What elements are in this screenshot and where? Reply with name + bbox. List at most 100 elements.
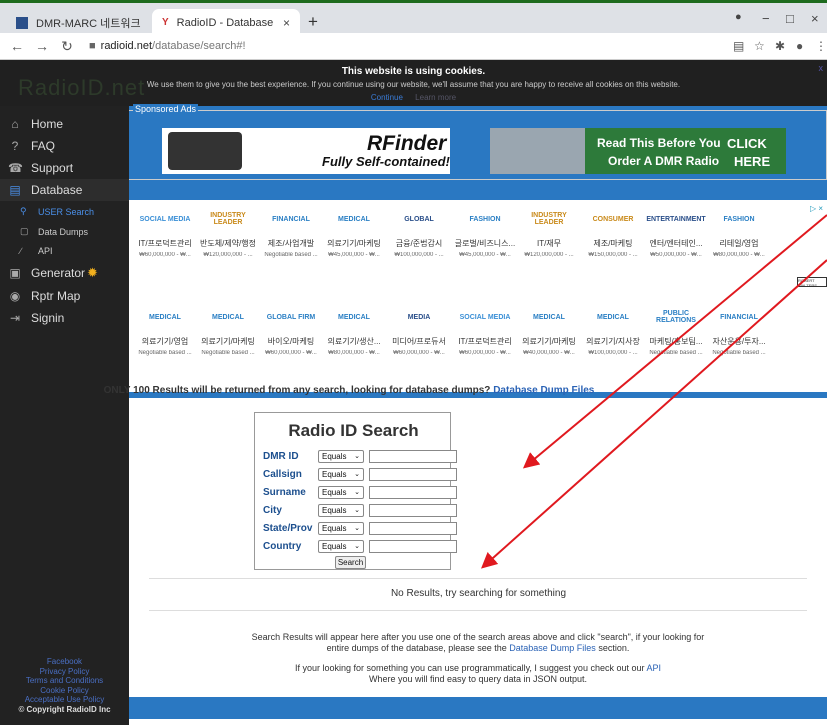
footer-facebook-link[interactable]: Facebook <box>0 657 129 667</box>
cookie-learn-more-link[interactable]: Learn more <box>415 93 456 102</box>
minimize-button[interactable]: − <box>762 11 770 26</box>
job-ad-card[interactable]: INDUSTRY LEADER 반도체/제약/행정 ₩120,000,000 - .… <box>196 200 258 286</box>
sidebar-item-data-dumps[interactable]: ▢ Data Dumps <box>20 226 88 237</box>
search-form-title: Radio ID Search <box>288 421 419 440</box>
notice-text: ONLY 100 Results will be returned from a… <box>103 385 491 396</box>
operator-select[interactable]: Equals ⌄ <box>318 486 364 499</box>
job-ad-card[interactable]: MEDICAL 의료기기/마케팅 Negotiable based ... <box>196 298 258 384</box>
new-tab-button[interactable]: + <box>308 12 318 32</box>
tab-close-icon[interactable]: × <box>283 16 290 30</box>
job-ad-card[interactable]: ENTERTAINMENT 엔터/엔터테인... ₩50,000,000 - ₩..… <box>644 200 706 286</box>
menu-icon[interactable]: ⋮ <box>815 39 827 53</box>
sidebar-item-database[interactable]: ▤ Database <box>0 179 129 201</box>
company-logo: MEDICAL <box>533 313 565 321</box>
sidebar-item-label: Signin <box>31 311 65 325</box>
job-ad-card[interactable]: INDUSTRY LEADER IT/재무 ₩120,000,000 - ... <box>517 200 579 286</box>
sidebar-item-faq[interactable]: ? FAQ <box>8 139 55 153</box>
company-logo: MEDICAL <box>597 313 629 321</box>
job-title: 미디어/프로듀서 <box>392 337 446 346</box>
company-logo: FINANCIAL <box>720 313 758 321</box>
adchoices-icon[interactable]: ▷ × <box>810 204 823 213</box>
company-logo: SOCIAL MEDIA <box>139 215 191 223</box>
extensions-icon[interactable]: ✱ <box>775 39 785 53</box>
job-ad-card[interactable]: FINANCIAL 자산운용/투자... Negotiable based ... <box>707 298 769 384</box>
file-icon: ▢ <box>20 226 29 236</box>
operator-select[interactable]: Equals ⌄ <box>318 468 364 481</box>
operator-select[interactable]: Equals ⌄ <box>318 522 364 535</box>
job-title: 반도체/제약/행정 <box>200 239 256 248</box>
job-ad-card[interactable]: MEDICAL 의료기기/마케팅 ₩40,000,000 - ₩... <box>517 298 579 384</box>
job-ad-card[interactable]: GLOBAL 금융/준법감시 ₩100,000,000 - ... <box>387 200 449 286</box>
job-ad-card[interactable]: MEDIA 미디어/프로듀서 ₩60,000,000 - ₩... <box>387 298 449 384</box>
sidebar-item-api[interactable]: ∕ API <box>20 246 53 256</box>
footer-privacy-link[interactable]: Privacy Policy <box>0 667 129 677</box>
footer-cookie-link[interactable]: Cookie Policy <box>0 686 129 696</box>
job-ad-card[interactable]: GLOBAL FIRM 바이오/마케팅 ₩60,000,000 - ₩... <box>259 298 321 384</box>
sidebar-item-label: Support <box>31 161 74 175</box>
callsign-input[interactable] <box>369 468 457 481</box>
job-ad-card[interactable]: FASHION 글로벌/비즈니스... ₩45,000,000 - ₩... <box>453 200 515 286</box>
job-title: IT/프로덕트관리 <box>138 239 192 248</box>
company-logo: FASHION <box>469 215 501 223</box>
sidebar-item-label: Home <box>31 117 64 131</box>
profile-icon[interactable]: ● <box>735 11 742 23</box>
footer-aup-link[interactable]: Acceptable Use Policy <box>0 695 129 705</box>
close-window-button[interactable]: × <box>811 11 819 26</box>
info-line-2: entire dumps of the database, please see… <box>326 643 507 653</box>
operator-select[interactable]: Equals ⌄ <box>318 540 364 553</box>
database-dump-files-link[interactable]: Database Dump Files <box>493 385 594 396</box>
city-input[interactable] <box>369 504 457 517</box>
dmr-radio-ad[interactable]: Read This Before You Order A DMR Radio C… <box>490 128 786 174</box>
back-arrow-icon[interactable]: ← <box>9 38 25 54</box>
divider <box>149 610 807 611</box>
sidebar-item-user-search[interactable]: ⚲ USER Search <box>20 206 94 217</box>
cookie-continue-button[interactable]: Continue <box>371 93 403 102</box>
company-logo: PUBLIC RELATIONS <box>656 310 696 324</box>
reload-icon[interactable]: ↻ <box>59 38 75 55</box>
sidebar-item-home[interactable]: ⌂ Home <box>8 117 63 131</box>
state-input[interactable] <box>369 522 457 535</box>
database-dump-files-link[interactable]: Database Dump Files <box>509 643 596 653</box>
ads-label: Sponsored Ads <box>133 104 199 114</box>
sidebar-item-support[interactable]: ☎ Support <box>8 161 73 175</box>
search-button[interactable]: Search <box>335 556 366 569</box>
company-logo: MEDICAL <box>338 313 370 321</box>
job-ad-card[interactable]: MEDICAL 의료기기/마케팅 ₩45,000,000 - ₩... <box>322 200 384 286</box>
job-salary: Negotiable based ... <box>138 350 192 356</box>
job-ad-card[interactable]: MEDICAL 의료기기/영업 Negotiable based ... <box>133 298 195 384</box>
job-ad-card[interactable]: SOCIAL MEDIA IT/프로덕트관리 ₩60,000,000 - ₩... <box>453 298 515 384</box>
ad-click-1: CLICK <box>727 136 767 151</box>
rfinder-ad[interactable]: RFinder Fully Self-contained! <box>162 128 450 174</box>
operator-select[interactable]: Equals ⌄ <box>318 450 364 463</box>
job-ad-card[interactable]: PUBLIC RELATIONS 마케팅/홍보팀... Negotiable bas… <box>644 298 706 384</box>
translate-icon[interactable]: ▤ <box>733 39 744 53</box>
surname-input[interactable] <box>369 486 457 499</box>
api-link[interactable]: API <box>647 663 662 673</box>
job-title: 의료기기/마케팅 <box>522 337 576 346</box>
lock-icon: ■ <box>89 40 96 52</box>
job-ad-card[interactable]: MEDICAL 의료기기/지사장 ₩100,000,000 - ... <box>581 298 643 384</box>
job-title: 자산운용/투자... <box>712 337 766 346</box>
operator-value: Equals <box>322 452 347 461</box>
sidebar-item-rptr-map[interactable]: ◉ Rptr Map <box>8 289 81 303</box>
tab-radioid[interactable]: Y RadioID - Database × <box>152 9 300 36</box>
footer-terms-link[interactable]: Terms and Conditions <box>0 676 129 686</box>
forward-arrow-icon[interactable]: → <box>34 38 50 54</box>
bookmark-star-icon[interactable]: ☆ <box>754 39 765 53</box>
sidebar-item-signin[interactable]: ⇥ Signin <box>8 311 64 325</box>
job-ad-card[interactable]: SOCIAL MEDIA IT/프로덕트관리 ₩60,000,000 - ₩... <box>133 200 195 286</box>
sidebar-item-generator[interactable]: ▣ Generator ✹ <box>8 265 98 281</box>
cookie-close-button[interactable]: x <box>819 63 824 73</box>
sidebar-item-label: Generator <box>31 266 86 280</box>
job-ad-card[interactable]: CONSUMER 제조/마케팅 ₩150,000,000 - ... <box>581 200 643 286</box>
maximize-button[interactable]: □ <box>786 11 794 26</box>
account-icon[interactable]: ● <box>796 39 803 53</box>
operator-select[interactable]: Equals ⌄ <box>318 504 364 517</box>
dmr-id-input[interactable] <box>369 450 457 463</box>
job-ad-card[interactable]: FASHION 리테일/영업 ₩80,000,000 - ₩... <box>707 200 769 286</box>
info-line-1: Search Results will appear here after yo… <box>251 632 705 642</box>
url-field[interactable]: ■ radioid.net/database/search#! <box>89 40 246 52</box>
country-input[interactable] <box>369 540 457 553</box>
job-ad-card[interactable]: MEDICAL 의료기기/생산... ₩80,000,000 - ₩... <box>322 298 384 384</box>
job-ad-card[interactable]: FINANCIAL 제조/사업개발 Negotiable based ... <box>259 200 321 286</box>
